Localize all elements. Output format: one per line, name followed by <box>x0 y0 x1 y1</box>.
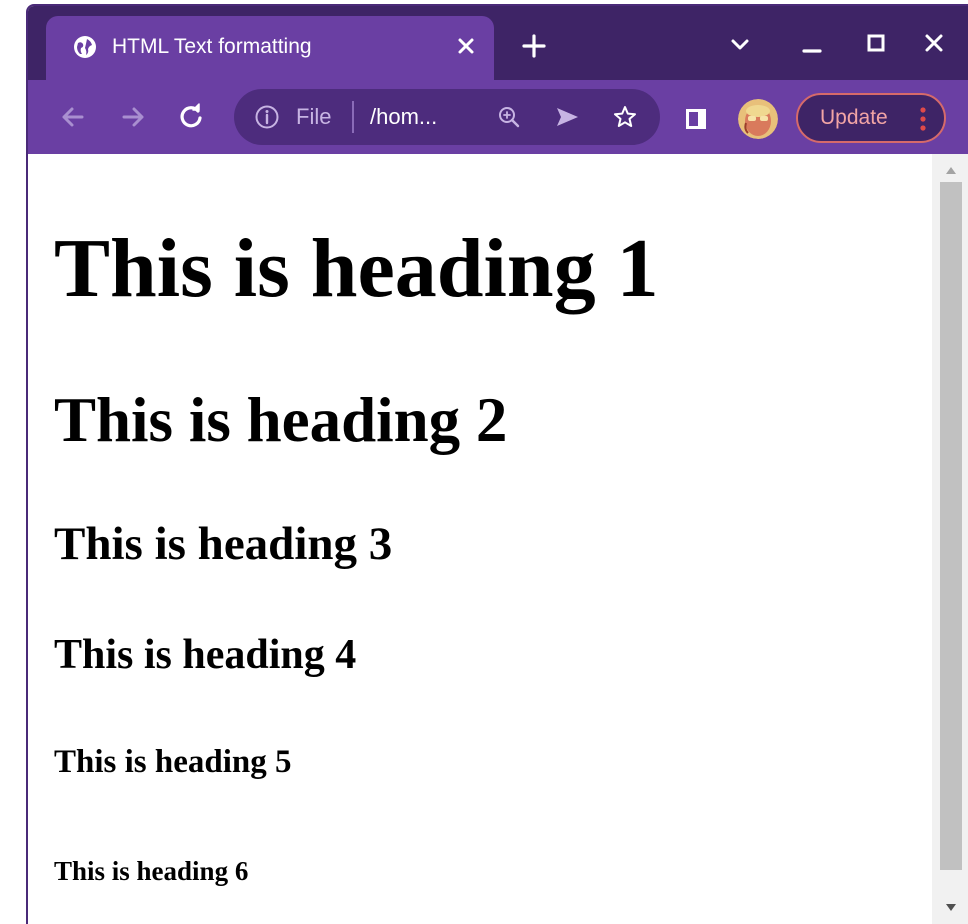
heading-3: This is heading 3 <box>54 518 393 570</box>
update-label: Update <box>820 106 888 129</box>
plus-icon <box>522 34 546 58</box>
close-icon <box>925 34 943 52</box>
heading-4: This is heading 4 <box>54 632 357 678</box>
browser-window: HTML Text formatting File /hom... Update… <box>26 4 968 924</box>
close-window-button[interactable] <box>916 28 952 60</box>
maximize-icon <box>867 34 885 52</box>
toolbar: File /hom... Update <box>28 80 968 154</box>
kebab-menu-icon[interactable] <box>918 104 928 134</box>
globe-icon <box>74 36 96 58</box>
back-button[interactable] <box>56 100 90 134</box>
star-icon[interactable] <box>612 104 638 130</box>
send-icon[interactable] <box>554 104 580 130</box>
info-icon[interactable] <box>254 104 280 130</box>
minimize-button[interactable] <box>794 28 830 60</box>
close-icon <box>458 38 474 54</box>
address-bar[interactable]: File /hom... <box>234 89 660 145</box>
heading-2: This is heading 2 <box>54 385 508 455</box>
zoom-icon[interactable] <box>496 104 522 130</box>
tab-title: HTML Text formatting <box>112 35 312 58</box>
avatar[interactable] <box>738 99 778 139</box>
scroll-up-arrow-icon[interactable] <box>944 164 958 176</box>
forward-arrow-icon <box>122 107 144 127</box>
scrollbar-thumb[interactable] <box>940 182 962 870</box>
scroll-down-arrow-icon[interactable] <box>944 902 958 914</box>
title-bar: HTML Text formatting <box>28 6 968 80</box>
heading-1: This is heading 1 <box>54 222 659 315</box>
forward-button[interactable] <box>116 100 150 134</box>
page-content: This is heading 1 This is heading 2 This… <box>28 154 932 924</box>
minimize-icon <box>802 49 822 53</box>
url-text[interactable]: /hom... <box>370 104 437 130</box>
side-panel-icon[interactable] <box>684 107 708 131</box>
reload-icon <box>180 103 202 128</box>
omnibox-divider <box>352 101 354 133</box>
heading-6: This is heading 6 <box>54 856 249 886</box>
reload-button[interactable] <box>174 100 208 134</box>
chevron-down-icon <box>731 39 749 50</box>
vertical-scrollbar[interactable] <box>932 154 968 924</box>
url-scheme-label: File <box>296 104 332 129</box>
new-tab-button[interactable] <box>518 30 550 62</box>
maximize-button[interactable] <box>858 28 894 60</box>
tab-search-button[interactable] <box>722 28 758 60</box>
back-arrow-icon <box>62 107 84 127</box>
active-tab[interactable]: HTML Text formatting <box>46 16 494 80</box>
close-tab-button[interactable] <box>450 30 482 62</box>
update-button[interactable]: Update <box>796 93 946 143</box>
heading-5: This is heading 5 <box>54 744 292 780</box>
avatar-image <box>738 99 778 139</box>
